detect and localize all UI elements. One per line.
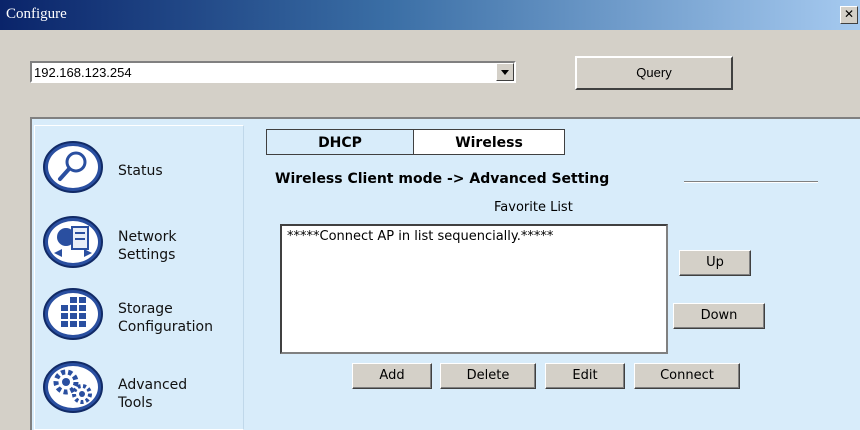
query-button[interactable]: Query — [575, 56, 733, 90]
sidebar-item-label: Advanced Tools — [118, 377, 188, 411]
tab-wireless[interactable]: Wireless — [414, 129, 565, 155]
magnifier-icon — [43, 141, 103, 193]
network-settings-icon — [43, 216, 103, 268]
list-item[interactable]: *****Connect AP in list sequencially.***… — [287, 229, 553, 244]
heading-divider — [684, 181, 818, 183]
favorite-list-label: Favorite List — [494, 200, 573, 215]
down-button[interactable]: Down — [673, 303, 765, 329]
sidebar-item-advanced-tools[interactable]: Advanced Tools — [42, 360, 242, 420]
window-title: Configure — [6, 6, 67, 22]
section-heading: Wireless Client mode -> Advanced Setting — [275, 171, 610, 187]
edit-button[interactable]: Edit — [545, 363, 625, 389]
close-button[interactable]: ✕ — [840, 6, 858, 24]
up-button[interactable]: Up — [679, 250, 751, 276]
storage-icon — [43, 288, 103, 340]
connect-button[interactable]: Connect — [634, 363, 740, 389]
chevron-down-icon — [501, 70, 509, 75]
close-icon: ✕ — [843, 7, 855, 21]
favorite-listbox[interactable]: *****Connect AP in list sequencially.***… — [280, 224, 668, 354]
tab-dhcp[interactable]: DHCP — [266, 129, 414, 155]
sidebar-item-storage-configuration[interactable]: Storage Configuration — [42, 287, 242, 347]
sidebar-item-label: Storage Configuration — [118, 301, 213, 335]
gears-icon — [43, 361, 103, 413]
delete-button[interactable]: Delete — [440, 363, 536, 389]
sidebar-item-label: Status — [118, 163, 163, 179]
address-combobox[interactable]: 192.168.123.254 — [30, 61, 516, 83]
sidebar-item-status[interactable]: Status — [42, 140, 242, 200]
sidebar-item-network-settings[interactable]: Network Settings — [42, 215, 242, 275]
dropdown-button[interactable] — [496, 63, 514, 81]
add-button[interactable]: Add — [352, 363, 432, 389]
title-bar: Configure ✕ — [0, 0, 860, 30]
address-value: 192.168.123.254 — [34, 65, 132, 80]
sidebar-item-label: Network Settings — [118, 229, 177, 263]
